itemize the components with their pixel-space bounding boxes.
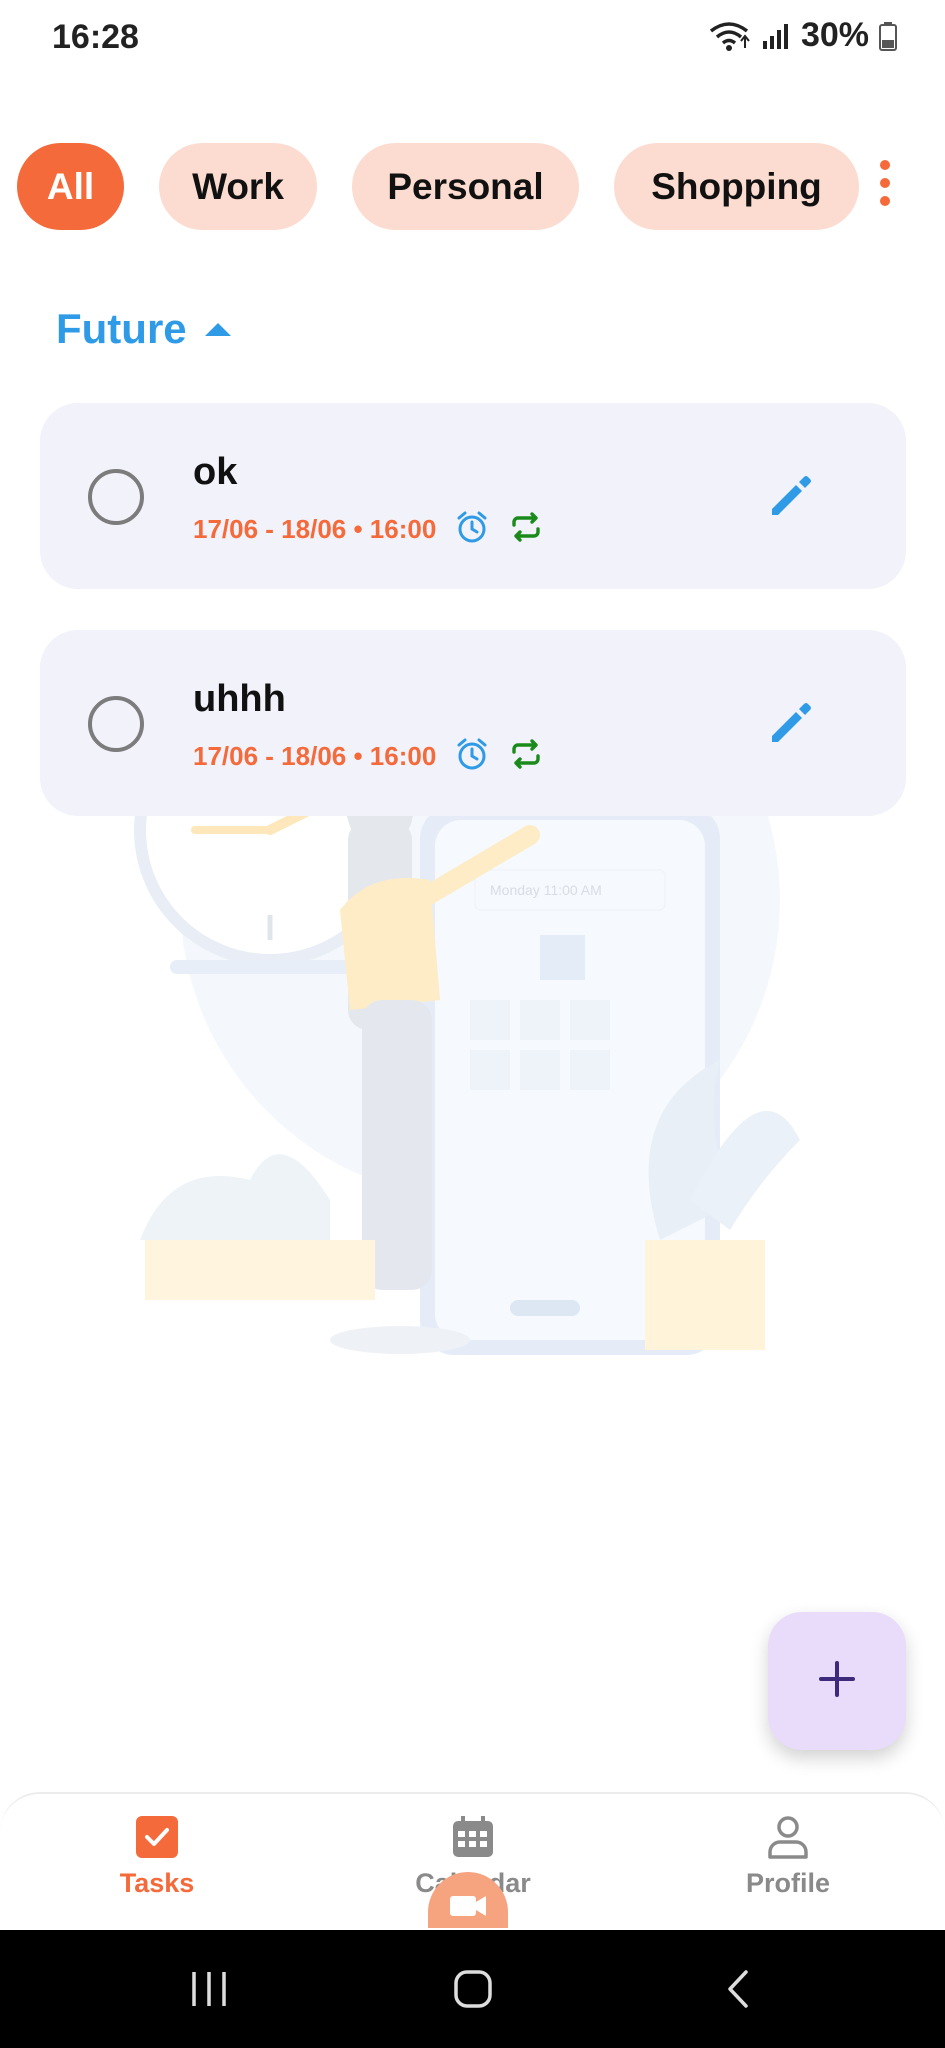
repeat-icon [508,736,544,777]
task-complete-checkbox[interactable] [88,469,144,525]
alarm-icon [454,509,490,550]
home-icon[interactable] [452,1968,494,2015]
illustration-phone-text: Monday 11:00 AM [490,882,602,898]
back-icon[interactable] [718,1968,760,2015]
nav-tasks-label: Tasks [119,1868,195,1898]
task-meta: 17/06 - 18/06 • 16:00 [193,509,544,550]
caret-up-icon [204,322,231,336]
more-vertical-icon[interactable] [878,160,892,206]
wifi-icon [707,19,751,53]
add-task-button[interactable] [768,1612,906,1750]
chip-shopping[interactable]: Shopping [614,143,859,230]
task-card[interactable]: ok 17/06 - 18/06 • 16:00 [40,403,906,589]
task-card[interactable]: uhhh 17/06 - 18/06 • 16:00 [40,630,906,816]
repeat-icon [508,509,544,550]
signal-icon [761,21,791,51]
nav-profile-label: Profile [745,1868,831,1898]
nav-profile[interactable]: Profile [688,1814,888,1899]
battery-percent: 30% [800,16,869,54]
task-title: ok [193,451,238,493]
edit-icon[interactable] [766,698,816,748]
nav-tasks[interactable]: Tasks [57,1814,257,1899]
task-complete-checkbox[interactable] [88,696,144,752]
alarm-icon [454,736,490,777]
task-title: uhhh [193,678,286,720]
status-bar: 16:28 30% [0,0,945,76]
chip-all[interactable]: All [17,143,124,230]
edit-icon[interactable] [766,471,816,521]
system-navigation-bar [0,1930,945,2048]
status-time: 16:28 [52,18,139,56]
plus-icon [817,1659,857,1704]
status-icons: 30% [707,16,897,55]
calendar-icon [373,1814,573,1860]
task-meta: 17/06 - 18/06 • 16:00 [193,736,544,777]
category-filter-bar: All Work Personal Shopping [17,143,859,230]
tasks-check-icon [57,1814,257,1860]
battery-icon [879,21,897,51]
recents-icon[interactable] [188,1968,230,2015]
section-header-future[interactable]: Future [56,305,231,353]
chip-work[interactable]: Work [159,143,317,230]
chip-personal[interactable]: Personal [352,143,579,230]
section-title: Future [56,305,187,352]
task-date-range: 17/06 - 18/06 • 16:00 [193,741,437,771]
profile-icon [688,1814,888,1860]
task-date-range: 17/06 - 18/06 • 16:00 [193,514,437,544]
